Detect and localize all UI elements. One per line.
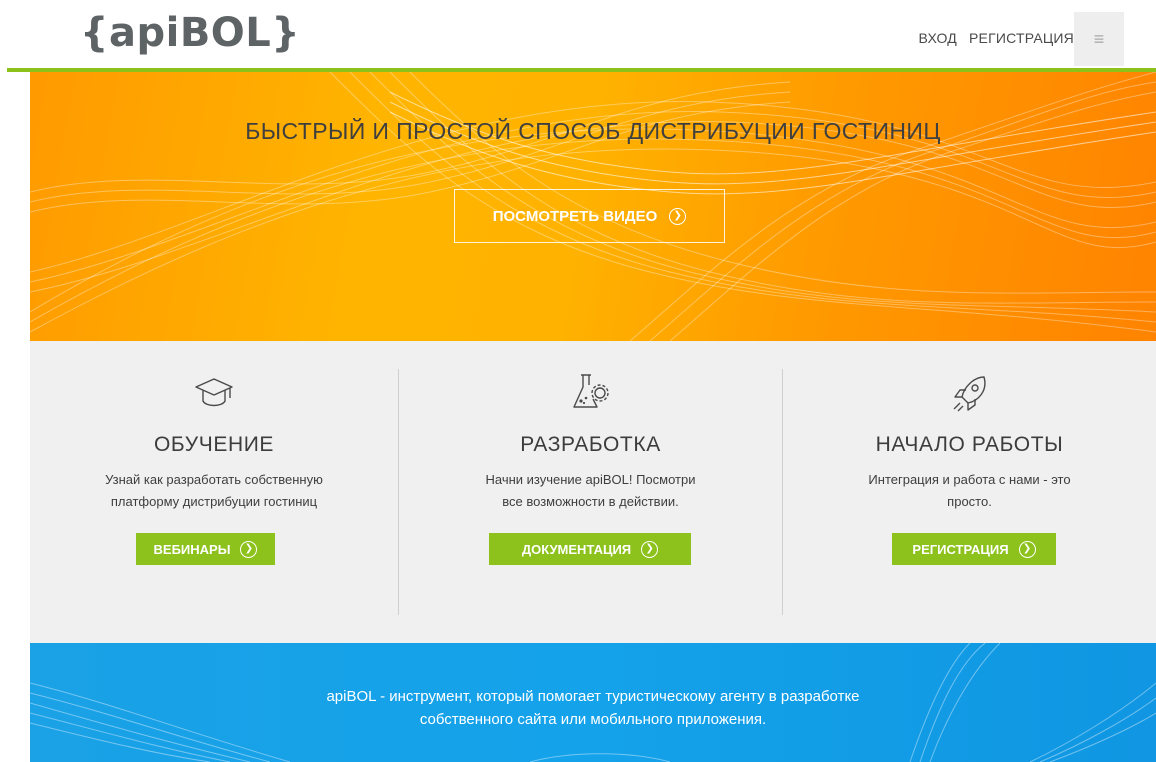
hero-title: БЫСТРЫЙ И ПРОСТОЙ СПОСОБ ДИСТРИБУЦИИ ГОС… bbox=[245, 118, 941, 144]
feature-description: Интеграция и работа с нами - это просто. bbox=[783, 469, 1156, 513]
feature-getting-started: НАЧАЛО РАБОТЫ Интеграция и работа с нами… bbox=[783, 341, 1156, 643]
webinars-button-label: ВЕБИНАРЫ bbox=[153, 541, 231, 557]
site-header: {apiBOL} ВХОД РЕГИСТРАЦИЯ ≡ bbox=[0, 0, 1156, 68]
features-section: ОБУЧЕНИЕ Узнай как разработать собственн… bbox=[30, 341, 1156, 643]
feature-description-line: Узнай как разработать собственную bbox=[105, 472, 323, 487]
circle-arrow-right-icon: ❯ bbox=[669, 207, 687, 225]
hero-banner: БЫСТРЫЙ И ПРОСТОЙ СПОСОБ ДИСТРИБУЦИИ ГОС… bbox=[30, 72, 1156, 341]
feature-description: Начни изучение apiBOL! Посмотри все возм… bbox=[399, 469, 782, 513]
about-text-line: apiBOL - инструмент, который помогает ту… bbox=[326, 688, 860, 705]
webinars-button[interactable]: ВЕБИНАРЫ ❯ bbox=[136, 533, 275, 565]
feature-title: РАЗРАБОТКА bbox=[520, 433, 661, 456]
feature-description: Узнай как разработать собственную платфо… bbox=[30, 469, 398, 513]
feature-description-line: платформу дистрибуции гостиниц bbox=[110, 494, 318, 509]
documentation-button-label: ДОКУМЕНТАЦИЯ bbox=[521, 541, 632, 557]
feature-learning: ОБУЧЕНИЕ Узнай как разработать собственн… bbox=[30, 341, 398, 643]
flask-gear-icon bbox=[572, 374, 609, 408]
feature-title: ОБУЧЕНИЕ bbox=[153, 433, 275, 456]
top-nav: ВХОД РЕГИСТРАЦИЯ bbox=[919, 30, 1074, 46]
watch-video-button[interactable]: ПОСМОТРЕТЬ ВИДЕО ❯ bbox=[454, 189, 725, 243]
registration-button[interactable]: РЕГИСТРАЦИЯ ❯ bbox=[892, 533, 1056, 565]
registration-button-label: РЕГИСТРАЦИЯ bbox=[912, 541, 1009, 557]
logo[interactable]: {apiBOL} bbox=[80, 8, 300, 58]
circle-arrow-right-icon: ❯ bbox=[1018, 540, 1036, 558]
menu-button[interactable]: ≡ bbox=[1074, 12, 1124, 66]
feature-development: РАЗРАБОТКА Начни изучение apiBOL! Посмот… bbox=[399, 341, 782, 643]
about-text: apiBOL - инструмент, который помогает ту… bbox=[30, 685, 1156, 731]
feature-description-line: просто. bbox=[947, 494, 992, 509]
feature-title: НАЧАЛО РАБОТЫ bbox=[875, 433, 1064, 456]
register-link[interactable]: РЕГИСТРАЦИЯ bbox=[969, 30, 1074, 46]
feature-description-line: Начни изучение apiBOL! Посмотри bbox=[485, 472, 696, 487]
circle-arrow-right-icon: ❯ bbox=[240, 540, 258, 558]
documentation-button[interactable]: ДОКУМЕНТАЦИЯ ❯ bbox=[489, 533, 691, 565]
watch-video-label: ПОСМОТРЕТЬ ВИДЕО bbox=[492, 207, 658, 225]
login-link[interactable]: ВХОД bbox=[919, 30, 957, 46]
about-band: apiBOL - инструмент, который помогает ту… bbox=[30, 643, 1156, 762]
feature-description-line: Интеграция и работа с нами - это bbox=[868, 472, 1071, 487]
circle-arrow-right-icon: ❯ bbox=[641, 540, 659, 558]
hamburger-icon: ≡ bbox=[1093, 28, 1105, 49]
about-text-line: собственного сайта или мобильного прилож… bbox=[419, 711, 767, 728]
graduation-cap-icon bbox=[195, 378, 233, 407]
feature-description-line: все возможности в действии. bbox=[502, 494, 679, 509]
rocket-icon bbox=[953, 376, 986, 412]
